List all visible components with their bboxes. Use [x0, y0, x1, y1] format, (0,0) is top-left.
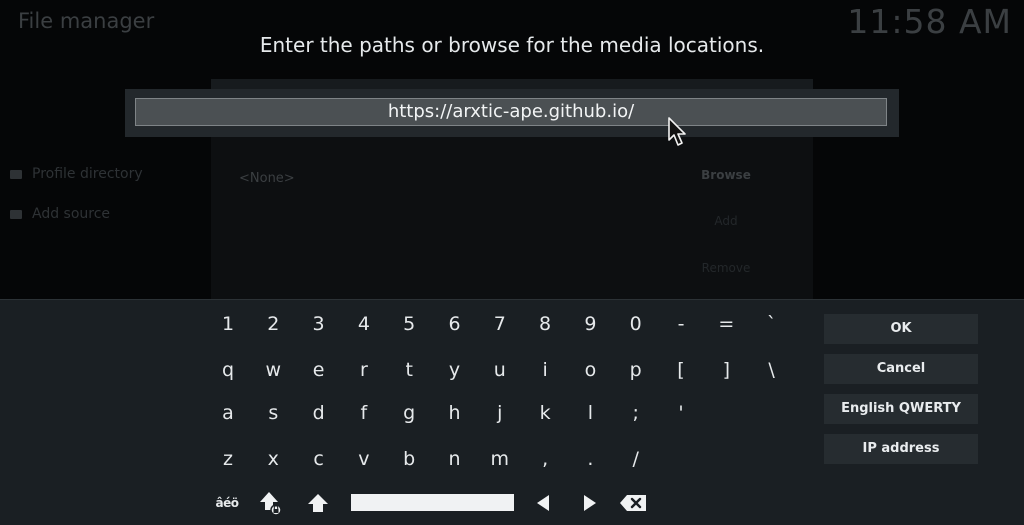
key[interactable]: k	[524, 393, 566, 433]
key[interactable]: d	[298, 393, 340, 433]
key[interactable]: w	[252, 350, 294, 390]
key[interactable]: f	[343, 393, 385, 433]
path-input-bar: https://arxtic-ape.github.io/	[125, 89, 899, 137]
key[interactable]: l	[569, 393, 611, 433]
cancel-button[interactable]: Cancel	[824, 354, 978, 384]
sidebar-item-add-source: Add source	[10, 206, 110, 222]
key[interactable]: a	[207, 393, 249, 433]
key[interactable]: 1	[207, 304, 249, 344]
backspace-key[interactable]	[617, 488, 649, 518]
key[interactable]: n	[434, 439, 476, 479]
key[interactable]: i	[524, 350, 566, 390]
browse-button: Browse	[701, 168, 751, 182]
sidebar-item-profile-directory: Profile directory	[10, 166, 143, 182]
key[interactable]: p	[615, 350, 657, 390]
key[interactable]: -	[660, 304, 702, 344]
layout-button[interactable]: English QWERTY	[824, 394, 978, 424]
key[interactable]: '	[660, 393, 702, 433]
key[interactable]: y	[434, 350, 476, 390]
key[interactable]: v	[343, 439, 385, 479]
key[interactable]: 3	[298, 304, 340, 344]
key[interactable]: ,	[524, 439, 566, 479]
key[interactable]: \	[751, 350, 793, 390]
cursor-right-key[interactable]	[575, 488, 605, 518]
key[interactable]: ;	[615, 393, 657, 433]
key[interactable]: m	[479, 439, 521, 479]
key[interactable]: t	[388, 350, 430, 390]
key[interactable]: 4	[343, 304, 385, 344]
key[interactable]: ]	[705, 350, 747, 390]
add-button: Add	[714, 214, 738, 228]
mouse-pointer-icon	[668, 117, 686, 146]
backspace-icon	[620, 495, 646, 511]
key[interactable]: o	[569, 350, 611, 390]
arrow-right-icon	[584, 495, 596, 511]
key[interactable]: .	[569, 439, 611, 479]
key[interactable]: 7	[479, 304, 521, 344]
key[interactable]: s	[252, 393, 294, 433]
key[interactable]: b	[388, 439, 430, 479]
key[interactable]: /	[615, 439, 657, 479]
key[interactable]: 2	[252, 304, 294, 344]
remove-button: Remove	[701, 261, 751, 275]
key[interactable]: [	[660, 350, 702, 390]
key[interactable]: u	[479, 350, 521, 390]
sidebar-item-label: Add source	[32, 206, 111, 222]
shift-icon	[308, 494, 328, 512]
caps-lock-icon	[260, 492, 282, 516]
key[interactable]: 6	[434, 304, 476, 344]
sidebar-item-label: Profile directory	[32, 166, 143, 182]
path-input[interactable]: https://arxtic-ape.github.io/	[135, 98, 887, 126]
key[interactable]: 5	[388, 304, 430, 344]
key[interactable]: e	[298, 350, 340, 390]
cursor-left-key[interactable]	[528, 488, 558, 518]
key[interactable]: `	[751, 304, 793, 344]
caps-lock-key[interactable]	[257, 488, 287, 518]
key[interactable]: z	[207, 439, 249, 479]
key[interactable]: r	[343, 350, 385, 390]
key[interactable]: 0	[615, 304, 657, 344]
key[interactable]: g	[388, 393, 430, 433]
window-title: File manager	[18, 9, 155, 33]
key[interactable]: 8	[524, 304, 566, 344]
key[interactable]: j	[479, 393, 521, 433]
arrow-left-icon	[537, 495, 549, 511]
key[interactable]: h	[434, 393, 476, 433]
key[interactable]: c	[298, 439, 340, 479]
key[interactable]: x	[252, 439, 294, 479]
ip-address-button[interactable]: IP address	[824, 434, 978, 464]
shift-key[interactable]	[303, 488, 333, 518]
space-key[interactable]	[351, 494, 514, 511]
dialog-prompt: Enter the paths or browse for the media …	[259, 33, 765, 57]
ok-button[interactable]: OK	[824, 314, 978, 344]
source-list-item: <None>	[239, 171, 295, 186]
key[interactable]: q	[207, 350, 249, 390]
folder-icon	[10, 169, 22, 179]
folder-icon	[10, 209, 22, 219]
key[interactable]: 9	[569, 304, 611, 344]
accent-key[interactable]: âéö	[207, 488, 247, 518]
key[interactable]: =	[705, 304, 747, 344]
